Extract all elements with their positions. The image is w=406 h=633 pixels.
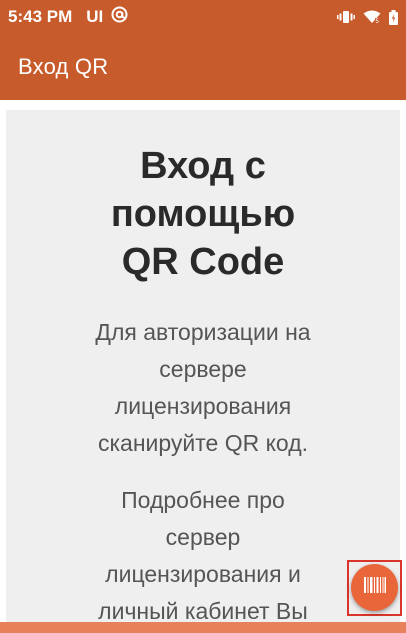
paragraph-line: сервер [165,524,241,550]
more-info-paragraph: Подробнее про сервер лицензирования и ли… [6,482,400,622]
paragraph-line: лицензирования [114,393,292,419]
app-bar: Вход QR [0,34,406,100]
status-left: 5:43 PM UI [8,6,128,28]
headline-line: помощью [110,193,296,235]
headline-line: QR Code [121,241,285,283]
vibrate-icon [337,10,355,24]
paragraph-line: личный кабинет Вы [98,598,308,622]
paragraph-line: сервере [159,356,247,382]
wifi-icon: 5 [363,10,381,24]
status-bar: 5:43 PM UI 5 [0,0,406,34]
paragraph-line: лицензирования и [105,561,301,587]
paragraph-line: Подробнее про [121,487,285,513]
barcode-icon [363,577,386,598]
status-right: 5 [337,9,398,25]
paragraph-line: Для авторизации на [95,319,311,345]
headline-line: Вход с [140,145,266,187]
qr-login-card: Вход с помощью QR Code Для авторизации н… [6,110,400,622]
paragraph-line: сканируйте QR код. [97,430,309,456]
at-sign-icon [111,6,128,28]
instruction-paragraph: Для авторизации на сервере лицензировани… [6,314,400,462]
content-area: Вход с помощью QR Code Для авторизации н… [0,100,406,622]
status-ui-label: UI [86,7,104,26]
scan-barcode-button[interactable] [351,564,398,611]
battery-icon [389,9,398,25]
status-time: 5:43 PM [8,7,73,26]
headline: Вход с помощью QR Code [6,142,400,286]
app-bar-title: Вход QR [18,54,109,79]
bottom-strip [0,622,406,633]
